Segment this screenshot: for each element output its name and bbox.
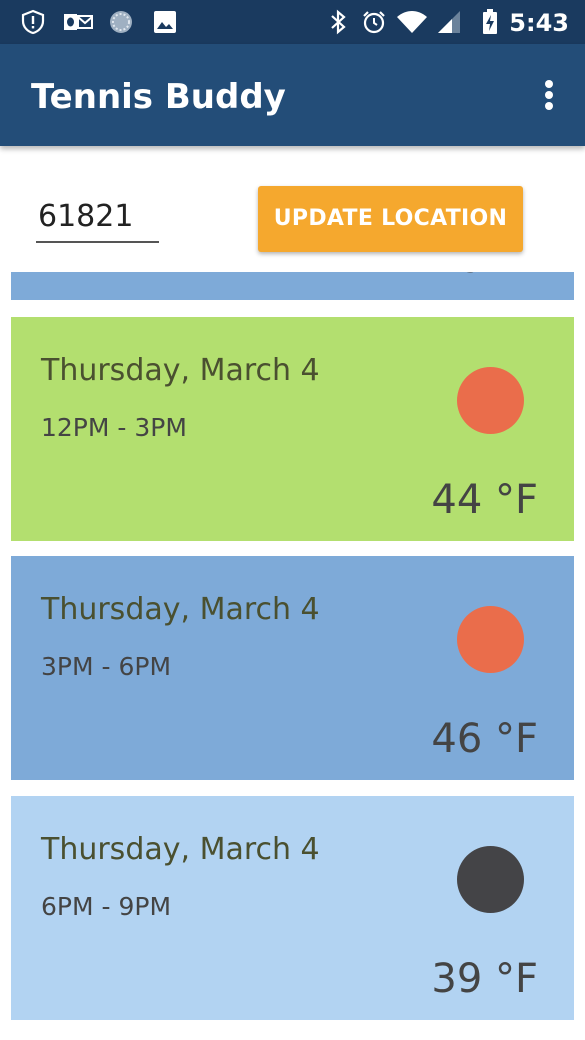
outlook-icon bbox=[64, 14, 93, 30]
forecast-card[interactable]: Thursday, March 4 6PM - 9PM 39 °F bbox=[11, 796, 574, 1020]
status-time: 5:43 bbox=[509, 9, 569, 37]
forecast-temperature: 46 °F bbox=[431, 272, 538, 282]
forecast-temperature: 44 °F bbox=[431, 477, 538, 523]
battery-charging-icon bbox=[483, 9, 497, 34]
forecast-card[interactable]: 46 °F bbox=[11, 272, 574, 300]
moon-icon bbox=[457, 846, 524, 913]
forecast-time-range: 12PM - 3PM bbox=[41, 413, 187, 442]
sun-icon bbox=[457, 606, 524, 673]
forecast-temperature: 39 °F bbox=[431, 956, 538, 1002]
shield-alert-icon bbox=[21, 9, 45, 35]
app-title: Tennis Buddy bbox=[31, 77, 286, 117]
wifi-icon bbox=[397, 11, 427, 33]
bluetooth-icon bbox=[331, 9, 346, 35]
forecast-date: Thursday, March 4 bbox=[41, 832, 320, 867]
forecast-card[interactable]: Thursday, March 4 12PM - 3PM 44 °F bbox=[11, 317, 574, 541]
signal-icon bbox=[438, 11, 460, 33]
forecast-list[interactable]: 46 °F Thursday, March 4 12PM - 3PM 44 °F… bbox=[0, 272, 585, 1040]
sync-icon bbox=[110, 11, 132, 33]
forecast-card[interactable]: Thursday, March 4 3PM - 6PM 46 °F bbox=[11, 556, 574, 780]
overflow-menu-icon[interactable] bbox=[541, 78, 557, 112]
forecast-time-range: 3PM - 6PM bbox=[41, 652, 172, 681]
forecast-temperature: 46 °F bbox=[431, 716, 538, 762]
app-bar: Tennis Buddy bbox=[0, 44, 585, 146]
forecast-date: Thursday, March 4 bbox=[41, 353, 320, 388]
image-icon bbox=[154, 11, 176, 33]
forecast-time-range: 6PM - 9PM bbox=[41, 892, 172, 921]
zip-code-input[interactable]: 61821 bbox=[36, 196, 159, 243]
sun-icon bbox=[457, 367, 524, 434]
status-bar: 5:43 bbox=[0, 0, 585, 44]
alarm-icon bbox=[363, 11, 385, 34]
forecast-date: Thursday, March 4 bbox=[41, 592, 320, 627]
update-location-button[interactable]: UPDATE LOCATION bbox=[258, 186, 523, 252]
